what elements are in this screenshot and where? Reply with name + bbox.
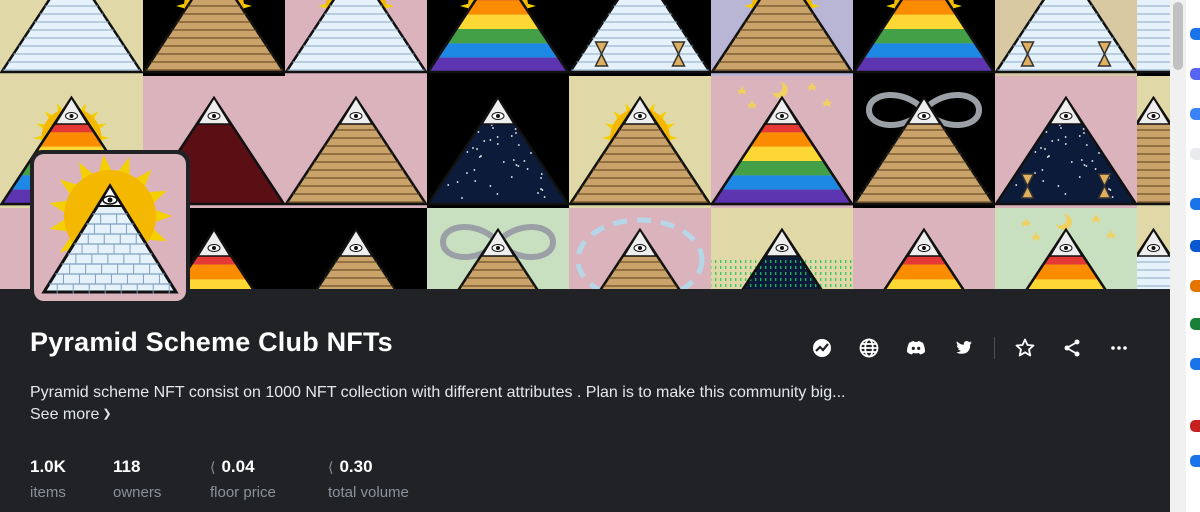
side-panel-icon[interactable]: [1190, 455, 1200, 467]
stat-total-volume[interactable]: ⟨ 0.30 total volume: [328, 456, 409, 501]
banner-tile: [427, 208, 569, 289]
collection-title: Pyramid Scheme Club NFTs: [30, 327, 393, 357]
stat-value: 1.0K: [30, 457, 66, 476]
stat-label: items: [30, 484, 66, 501]
side-panel-icon[interactable]: [1190, 240, 1200, 252]
banner-tile: [853, 76, 995, 208]
see-more-label: See more: [30, 406, 100, 423]
more-icon[interactable]: [1107, 336, 1131, 360]
banner-tile: [1137, 76, 1170, 208]
side-panel-icon[interactable]: [1190, 68, 1200, 80]
banner-tile: [853, 0, 995, 76]
banner-tile: [711, 208, 853, 289]
see-more-button[interactable]: See more ❯: [30, 406, 112, 424]
banner-tile: [569, 0, 711, 76]
banner-tile: [711, 76, 853, 208]
chevron-down-icon: ❯: [102, 408, 112, 420]
twitter-icon[interactable]: [951, 336, 975, 360]
banner-tile: [569, 208, 711, 289]
stat-label: owners: [113, 484, 162, 501]
side-panel-icon[interactable]: [1190, 280, 1200, 292]
stat-label: total volume: [328, 484, 409, 501]
banner-tile: [285, 208, 427, 289]
star-icon[interactable]: [1013, 336, 1037, 360]
stat-value: 118: [113, 457, 141, 476]
stat-items[interactable]: 1.0K items: [30, 456, 66, 501]
banner-tile: [995, 76, 1137, 208]
website-icon[interactable]: [857, 336, 881, 360]
banner-tile: [285, 0, 427, 76]
stat-floor-price[interactable]: ⟨ 0.04 floor price: [210, 456, 276, 501]
side-panel-icon[interactable]: [1190, 148, 1200, 160]
banner-tile: [995, 0, 1137, 76]
browser-side-panel: [1186, 0, 1200, 512]
stat-label: floor price: [210, 484, 276, 501]
banner-tile: [995, 208, 1137, 289]
stat-value: 0.30: [339, 457, 373, 476]
banner-tile: [143, 0, 285, 76]
stat-owners[interactable]: 118 owners: [113, 456, 161, 501]
banner-tile: [427, 0, 569, 76]
banner-tile: [1137, 208, 1170, 289]
banner-tile: [0, 0, 143, 76]
banner-tile: [285, 76, 427, 208]
activity-icon[interactable]: [810, 336, 834, 360]
side-panel-icon[interactable]: [1190, 420, 1200, 432]
collection-description: Pyramid scheme NFT consist on 1000 NFT c…: [30, 384, 846, 401]
collection-avatar[interactable]: [30, 150, 190, 305]
side-panel-icon[interactable]: [1190, 28, 1200, 40]
eth-icon: ⟨: [328, 459, 334, 475]
side-panel-icon[interactable]: [1190, 198, 1200, 210]
actions-divider: [994, 337, 995, 359]
scrollbar[interactable]: [1170, 0, 1186, 512]
eth-icon: ⟨: [210, 459, 216, 475]
banner-tile: [853, 208, 995, 289]
discord-icon[interactable]: [904, 336, 928, 360]
side-panel-icon[interactable]: [1190, 358, 1200, 370]
banner-tile: [569, 76, 711, 208]
banner-tile: [711, 0, 853, 76]
scrollbar-thumb[interactable]: [1173, 2, 1183, 70]
side-panel-icon[interactable]: [1190, 318, 1200, 330]
stat-value: 0.04: [221, 457, 255, 476]
share-icon[interactable]: [1060, 336, 1084, 360]
side-panel-icon[interactable]: [1190, 108, 1200, 120]
banner-tile: [427, 76, 569, 208]
banner-tile: [1137, 0, 1170, 76]
